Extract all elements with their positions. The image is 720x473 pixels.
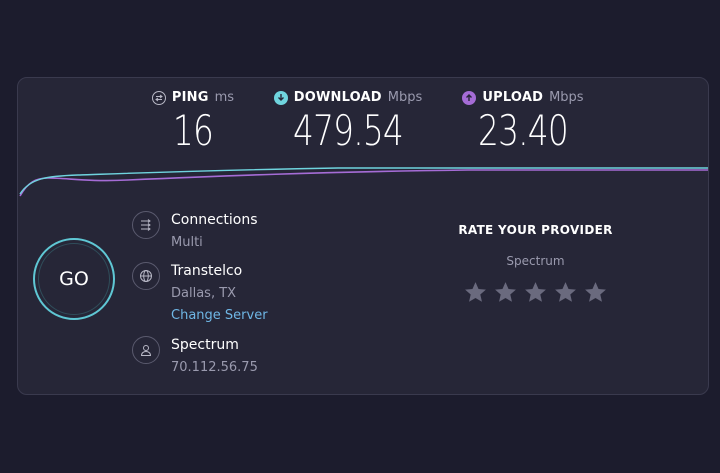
download-metric: DOWNLOAD Mbps 479.54 bbox=[263, 90, 433, 155]
download-label: DOWNLOAD bbox=[293, 90, 382, 105]
isp-ip: 70.112.56.75 bbox=[171, 360, 258, 375]
ping-icon bbox=[151, 90, 166, 105]
ping-value: 16 bbox=[172, 106, 214, 155]
upload-unit: Mbps bbox=[549, 90, 584, 105]
globe-icon bbox=[132, 262, 160, 290]
star-rating bbox=[428, 280, 643, 305]
upload-label: UPLOAD bbox=[482, 90, 544, 105]
star-icon[interactable] bbox=[463, 280, 488, 305]
rate-provider-section: RATE YOUR PROVIDER Spectrum bbox=[428, 223, 643, 305]
ping-label: PING bbox=[171, 90, 209, 105]
download-unit: Mbps bbox=[387, 90, 423, 105]
download-value: 479.54 bbox=[293, 106, 404, 155]
speed-graph bbox=[19, 167, 708, 197]
connections-value: Multi bbox=[171, 235, 203, 250]
star-icon[interactable] bbox=[523, 280, 548, 305]
rate-title: RATE YOUR PROVIDER bbox=[458, 223, 613, 237]
connections-title: Connections bbox=[171, 212, 258, 228]
rate-provider-name: Spectrum bbox=[506, 254, 565, 268]
server-row: Transtelco Dallas, TX Change Server bbox=[132, 262, 268, 325]
star-icon[interactable] bbox=[583, 280, 608, 305]
connections-icon bbox=[132, 211, 160, 239]
isp-name: Spectrum bbox=[171, 337, 239, 353]
change-server-link[interactable]: Change Server bbox=[171, 307, 268, 325]
upload-value: 23.40 bbox=[478, 106, 569, 155]
star-icon[interactable] bbox=[493, 280, 518, 305]
server-location: Dallas, TX bbox=[171, 286, 237, 301]
go-button[interactable]: GO bbox=[33, 238, 115, 320]
star-icon[interactable] bbox=[553, 280, 578, 305]
ping-unit: ms bbox=[214, 90, 235, 105]
connections-row: Connections Multi bbox=[132, 211, 258, 252]
upload-arrow-icon bbox=[462, 90, 477, 105]
user-icon bbox=[132, 336, 160, 364]
download-arrow-icon bbox=[273, 90, 288, 105]
upload-metric: UPLOAD Mbps 23.40 bbox=[453, 90, 593, 155]
result-panel: PING ms 16 DOWNLOAD Mbps 479.54 UPLOAD M… bbox=[17, 77, 709, 395]
ping-metric: PING ms 16 bbox=[138, 90, 248, 155]
server-name: Transtelco bbox=[171, 263, 243, 279]
isp-row: Spectrum 70.112.56.75 bbox=[132, 336, 258, 377]
